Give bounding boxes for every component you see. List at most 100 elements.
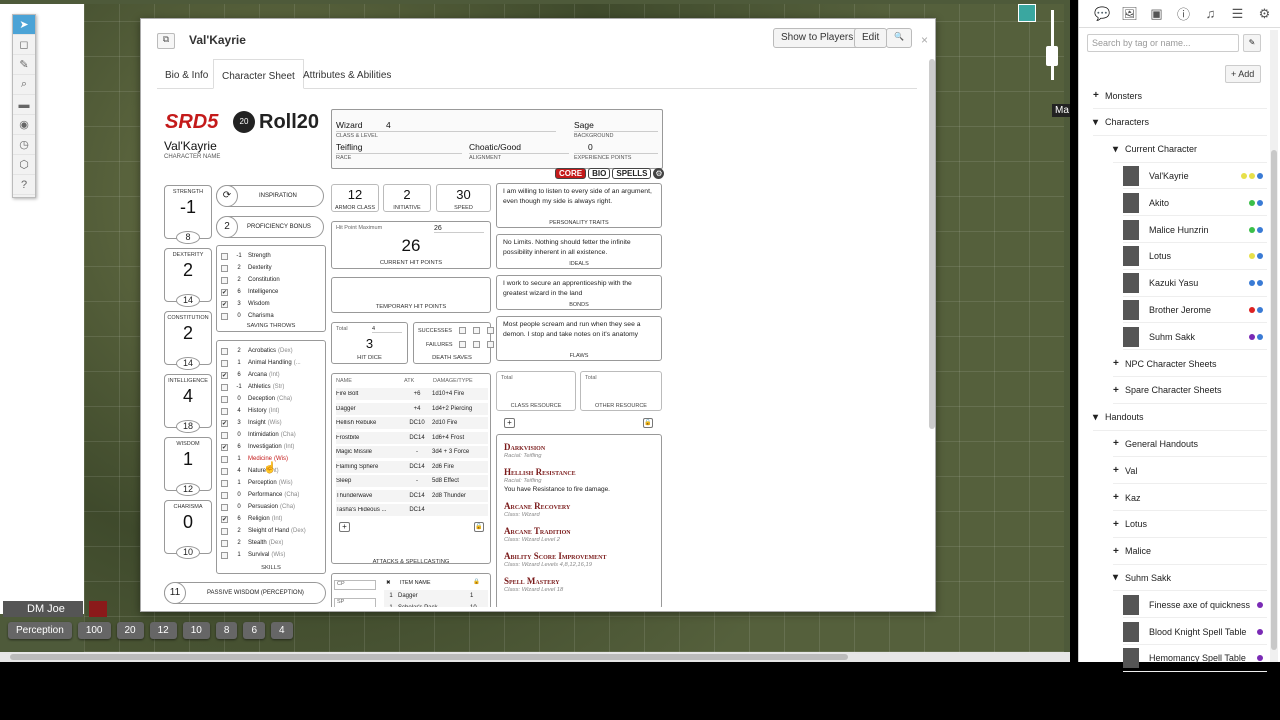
collapse-icon[interactable]: ▾ <box>1113 572 1125 583</box>
tab-bio-info[interactable]: Bio & Info <box>157 59 216 89</box>
ability-modifier[interactable]: -1 <box>165 197 211 218</box>
skill-checkbox[interactable] <box>221 431 228 439</box>
skill-name[interactable]: History <box>248 408 267 414</box>
x-icon[interactable]: ✖ <box>386 580 391 586</box>
ability-score[interactable]: 14 <box>176 357 200 370</box>
art-library-icon[interactable]: 🖼 <box>1116 6 1143 22</box>
skill-name[interactable]: Perception <box>248 480 277 486</box>
show-to-players-button[interactable]: Show to Players <box>773 28 862 48</box>
expand-icon[interactable]: + <box>1113 385 1125 396</box>
settings-gear-icon[interactable]: ⚙ <box>1251 6 1278 22</box>
skill-name[interactable]: Performance <box>248 492 282 498</box>
attack-row[interactable]: Fire Bolt +6 1d10+4 Fire <box>336 388 488 400</box>
ability-modifier[interactable]: 1 <box>165 449 211 470</box>
trait-bonds[interactable]: I work to secure an apprenticeship with … <box>496 275 662 310</box>
skill-checkbox[interactable] <box>221 491 228 499</box>
journal-item[interactable]: Akito <box>1123 190 1267 217</box>
journal-item[interactable]: + NPC Character Sheets <box>1113 351 1267 377</box>
proficiency-checkbox[interactable] <box>221 264 228 272</box>
tab-character-sheet[interactable]: Character Sheet <box>213 59 304 89</box>
dialog-scrollbar[interactable] <box>929 59 935 429</box>
skill-name[interactable]: Investigation <box>248 444 282 450</box>
level-value[interactable]: 4 <box>386 120 391 130</box>
skill-name[interactable]: Arcana <box>248 372 267 378</box>
skill-checkbox[interactable]: ✔ <box>221 515 228 523</box>
skill-name[interactable]: Insight <box>248 420 266 426</box>
journal-item[interactable]: Suhm Sakk <box>1123 324 1267 351</box>
armor-class-box[interactable]: 12 ARMOR CLASS <box>331 184 379 212</box>
skill-name[interactable]: Deception <box>248 396 275 402</box>
macro-button[interactable]: 4 <box>271 622 293 639</box>
collapse-icon[interactable]: ▾ <box>1093 117 1105 128</box>
proficiency-checkbox[interactable] <box>221 312 228 320</box>
attack-row[interactable]: Magic Missile - 3d4 + 3 Force <box>336 446 488 458</box>
tab-spells[interactable]: SPELLS <box>612 168 652 179</box>
ability-modifier[interactable]: 4 <box>165 386 211 407</box>
macro-button[interactable]: 6 <box>243 622 265 639</box>
failure-check-2[interactable] <box>473 341 480 348</box>
hit-dice-value[interactable]: 3 <box>332 336 407 351</box>
macro-button[interactable]: 20 <box>116 622 144 639</box>
temp-hp-box[interactable]: TEMPORARY HIT POINTS <box>331 277 491 313</box>
skill-checkbox[interactable] <box>221 383 228 391</box>
inspiration-icon[interactable]: ⟳ <box>216 185 238 207</box>
expand-icon[interactable]: + <box>1113 358 1125 369</box>
hit-dice-total[interactable]: 4 <box>372 326 402 333</box>
add-button[interactable]: + Add <box>1225 65 1261 83</box>
journal-item[interactable]: Finesse axe of quickness <box>1123 592 1267 619</box>
macro-button[interactable]: Perception <box>8 622 72 639</box>
page-marker-icon[interactable] <box>1018 4 1036 22</box>
skill-name[interactable]: Religion <box>248 516 270 522</box>
feature-title[interactable]: Hellish Resistance <box>504 467 654 477</box>
trait-ideals[interactable]: No Limits. Nothing should fetter the inf… <box>496 234 662 269</box>
journal-item[interactable]: + Lotus <box>1113 512 1267 538</box>
horizontal-scrollbar[interactable] <box>0 652 1070 662</box>
cube-tool-icon[interactable]: ◻ <box>13 35 35 55</box>
saving-throw-name[interactable]: Strength <box>248 253 271 259</box>
sidebar-scrollbar[interactable] <box>1270 30 1278 662</box>
journal-item[interactable]: + Monsters <box>1093 83 1267 109</box>
zoom-tool-icon[interactable]: ⌕ <box>13 75 35 95</box>
ability-modifier[interactable]: 2 <box>165 323 211 344</box>
item-name[interactable]: Scholar's Pack <box>398 605 470 607</box>
skill-checkbox[interactable] <box>221 503 228 511</box>
clock-tool-icon[interactable]: ◷ <box>13 135 35 155</box>
zoom-knob[interactable] <box>1046 46 1058 66</box>
skill-checkbox[interactable] <box>221 407 228 415</box>
passive-value[interactable]: 11 <box>164 582 186 604</box>
ability-score[interactable]: 14 <box>176 294 200 307</box>
edit-button[interactable]: Edit <box>854 28 888 48</box>
attack-row[interactable]: Flaming Sphere DC14 2d6 Fire <box>336 460 488 473</box>
ability-score[interactable]: 8 <box>176 231 200 244</box>
attack-name[interactable]: Dagger <box>336 406 402 412</box>
sp-field[interactable]: SP <box>334 598 376 607</box>
attack-row[interactable]: Tasha's Hideous ... DC14 <box>336 504 488 516</box>
collapse-icon[interactable]: ▾ <box>1093 412 1105 423</box>
attack-name[interactable]: Flaming Sphere <box>336 464 402 470</box>
skill-checkbox[interactable] <box>221 395 228 403</box>
attack-name[interactable]: Frostbite <box>336 435 402 441</box>
ability-modifier[interactable]: 0 <box>165 512 211 533</box>
attack-row[interactable]: Thunderwave DC14 2d8 Thunder <box>336 489 488 502</box>
skill-name[interactable]: Athletics <box>248 384 271 390</box>
saving-throw-name[interactable]: Constitution <box>248 277 280 283</box>
equipment-row[interactable]: 1Scholar's Pack10 <box>384 602 488 607</box>
success-check-3[interactable] <box>487 327 494 334</box>
tag-search-icon[interactable]: ✎ <box>1243 34 1261 52</box>
expand-icon[interactable]: + <box>1093 90 1105 101</box>
initiative-box[interactable]: 2 INITIATIVE <box>383 184 431 212</box>
info-icon[interactable]: ⓘ <box>1170 4 1197 23</box>
skill-checkbox[interactable] <box>221 551 228 559</box>
ability-score[interactable]: 10 <box>176 546 200 559</box>
journal-item[interactable]: + General Handouts <box>1113 431 1267 458</box>
close-icon[interactable]: × <box>921 33 928 47</box>
skill-name[interactable]: Sleight of Hand <box>248 528 289 534</box>
character-name[interactable]: Val'Kayrie <box>164 139 217 153</box>
journal-icon[interactable]: ▣ <box>1143 6 1170 22</box>
ability-score[interactable]: 18 <box>176 420 200 433</box>
journal-item[interactable]: ▾ Current Character <box>1113 137 1267 163</box>
proficiency-checkbox[interactable]: ✔ <box>221 288 228 296</box>
alignment-value[interactable]: Choatic/Good <box>469 142 521 152</box>
inspiration-field[interactable]: ⟳ INSPIRATION <box>216 185 324 207</box>
expand-icon[interactable]: + <box>1113 465 1125 476</box>
